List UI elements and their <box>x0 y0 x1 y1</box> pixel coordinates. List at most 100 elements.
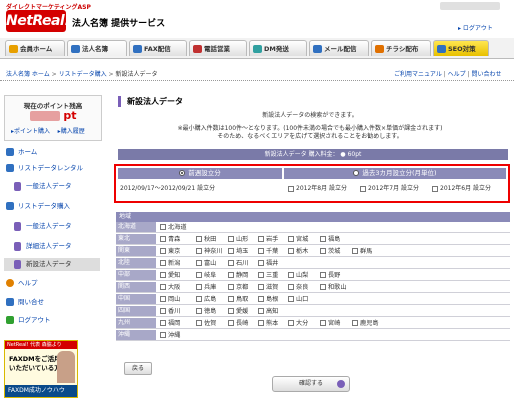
prefecture-option[interactable]: 富山 <box>196 259 216 268</box>
tab-phone-sales[interactable]: 電話営業 <box>189 40 247 56</box>
prefecture-checkbox[interactable] <box>288 296 294 302</box>
prefecture-checkbox[interactable] <box>196 236 202 242</box>
prefecture-option[interactable]: 青森 <box>160 235 180 244</box>
prefecture-option[interactable]: 埼玉 <box>228 247 248 256</box>
prefecture-option[interactable]: 佐賀 <box>196 319 216 328</box>
tab-member-home[interactable]: 会員ホーム <box>5 40 65 56</box>
sidebar-item-help[interactable]: ヘルプ <box>4 277 100 290</box>
prefecture-checkbox[interactable] <box>160 260 166 266</box>
prefecture-option[interactable]: 山口 <box>288 295 308 304</box>
prefecture-option[interactable]: 熊本 <box>258 319 278 328</box>
prefecture-option[interactable]: 宮城 <box>288 235 308 244</box>
sidebar-item-purchase-general[interactable]: 一般法人データ <box>12 220 100 233</box>
prefecture-checkbox[interactable] <box>258 260 264 266</box>
prefecture-option[interactable]: 奈良 <box>288 283 308 292</box>
prefecture-checkbox[interactable] <box>258 248 264 254</box>
prefecture-option[interactable]: 三重 <box>258 271 278 280</box>
prefecture-option[interactable]: 神奈川 <box>196 247 223 256</box>
prefecture-checkbox[interactable] <box>228 248 234 254</box>
sidebar-item-new-corp[interactable]: 新設法人データ <box>4 258 100 271</box>
prefecture-checkbox[interactable] <box>160 332 166 338</box>
prefecture-checkbox[interactable] <box>196 272 202 278</box>
prefecture-checkbox[interactable] <box>288 272 294 278</box>
prefecture-checkbox[interactable] <box>288 236 294 242</box>
breadcrumb-home[interactable]: 法人名簿 ホーム <box>6 71 50 78</box>
prefecture-option[interactable]: 鹿児島 <box>352 319 379 328</box>
prefecture-checkbox[interactable] <box>320 320 326 326</box>
header-logout-link[interactable]: ▸ ログアウト <box>458 23 493 32</box>
tab-dm[interactable]: DM発送 <box>249 40 307 56</box>
prefecture-option[interactable]: 大阪 <box>160 283 180 292</box>
prefecture-option[interactable]: 香川 <box>160 307 180 316</box>
prefecture-checkbox[interactable] <box>160 248 166 254</box>
prefecture-option[interactable]: 岩手 <box>258 235 278 244</box>
prefecture-checkbox[interactable] <box>288 284 294 290</box>
prefecture-checkbox[interactable] <box>160 296 166 302</box>
prefecture-option[interactable]: 福島 <box>320 235 340 244</box>
prefecture-checkbox[interactable] <box>160 272 166 278</box>
month-option-jun[interactable]: 2012年6月 設立分 <box>432 183 491 192</box>
month-option-jul[interactable]: 2012年7月 設立分 <box>360 183 419 192</box>
past-radio[interactable] <box>353 170 360 176</box>
recent-period-option[interactable]: 前週設立分 <box>118 168 282 179</box>
prefecture-checkbox[interactable] <box>320 236 326 242</box>
prefecture-checkbox[interactable] <box>228 296 234 302</box>
prefecture-checkbox[interactable] <box>228 236 234 242</box>
sidebar-item-rental[interactable]: リストデータレンタル <box>4 162 100 175</box>
prefecture-checkbox[interactable] <box>258 272 264 278</box>
sidebar-item-rental-general[interactable]: 一般法人データ <box>12 180 100 193</box>
manual-link[interactable]: ご利用マニュアル <box>394 71 442 78</box>
prefecture-option[interactable]: 群馬 <box>352 247 372 256</box>
prefecture-option[interactable]: 大分 <box>288 319 308 328</box>
prefecture-checkbox[interactable] <box>196 248 202 254</box>
prefecture-option[interactable]: 新潟 <box>160 259 180 268</box>
help-link[interactable]: ヘルプ <box>448 71 466 78</box>
netreal-logo[interactable]: NetReal! <box>6 10 71 32</box>
prefecture-checkbox[interactable] <box>288 248 294 254</box>
prefecture-option[interactable]: 長野 <box>320 271 340 280</box>
buy-points-link[interactable]: ▸ポイント購入 <box>11 128 50 135</box>
prefecture-checkbox[interactable] <box>160 236 166 242</box>
prefecture-checkbox[interactable] <box>320 248 326 254</box>
prefecture-checkbox[interactable] <box>196 320 202 326</box>
prefecture-checkbox[interactable] <box>288 320 294 326</box>
prefecture-checkbox[interactable] <box>196 260 202 266</box>
prefecture-checkbox[interactable] <box>228 308 234 314</box>
prefecture-option[interactable]: 福岡 <box>160 319 180 328</box>
prefecture-option[interactable]: 石川 <box>228 259 248 268</box>
prefecture-checkbox[interactable] <box>196 284 202 290</box>
prefecture-option[interactable]: 静岡 <box>228 271 248 280</box>
recent-radio[interactable] <box>179 170 186 176</box>
back-button[interactable]: 戻る <box>124 362 152 375</box>
prefecture-option[interactable]: 茨城 <box>320 247 340 256</box>
month-checkbox[interactable] <box>288 185 294 192</box>
tab-email[interactable]: メール配信 <box>309 40 369 56</box>
prefecture-checkbox[interactable] <box>160 308 166 314</box>
sidebar-item-home[interactable]: ホーム <box>4 146 100 159</box>
contact-link[interactable]: 問い合わせ <box>472 71 502 78</box>
prefecture-checkbox[interactable] <box>228 320 234 326</box>
month-checkbox[interactable] <box>360 185 366 192</box>
tab-fax[interactable]: FAX配信 <box>129 40 187 56</box>
prefecture-checkbox[interactable] <box>228 260 234 266</box>
sidebar-item-detailed[interactable]: 詳細法人データ <box>12 240 100 253</box>
prefecture-checkbox[interactable] <box>258 284 264 290</box>
prefecture-option[interactable]: 島根 <box>258 295 278 304</box>
month-option-aug[interactable]: 2012年8月 設立分 <box>288 183 347 192</box>
prefecture-checkbox[interactable] <box>228 284 234 290</box>
prefecture-option[interactable]: 福井 <box>258 259 278 268</box>
past-period-option[interactable]: 過去3カ月設立分(月単位) <box>284 168 506 179</box>
prefecture-option[interactable]: 栃木 <box>288 247 308 256</box>
prefecture-option[interactable]: 宮崎 <box>320 319 340 328</box>
tab-flyer[interactable]: チラシ配布 <box>371 40 431 56</box>
prefecture-checkbox[interactable] <box>196 296 202 302</box>
prefecture-option[interactable]: 兵庫 <box>196 283 216 292</box>
prefecture-checkbox[interactable] <box>352 248 358 254</box>
prefecture-option[interactable]: 愛知 <box>160 271 180 280</box>
confirm-button[interactable]: 確認する <box>272 376 350 392</box>
prefecture-checkbox[interactable] <box>258 236 264 242</box>
faxdm-banner[interactable]: NetReal! 代表 森脇より FAXDMをご活用 いただいている方へ FAX… <box>4 340 78 398</box>
prefecture-option[interactable]: 東京 <box>160 247 180 256</box>
prefecture-checkbox[interactable] <box>258 308 264 314</box>
breadcrumb-list-purchase[interactable]: リストデータ購入 <box>59 71 107 78</box>
